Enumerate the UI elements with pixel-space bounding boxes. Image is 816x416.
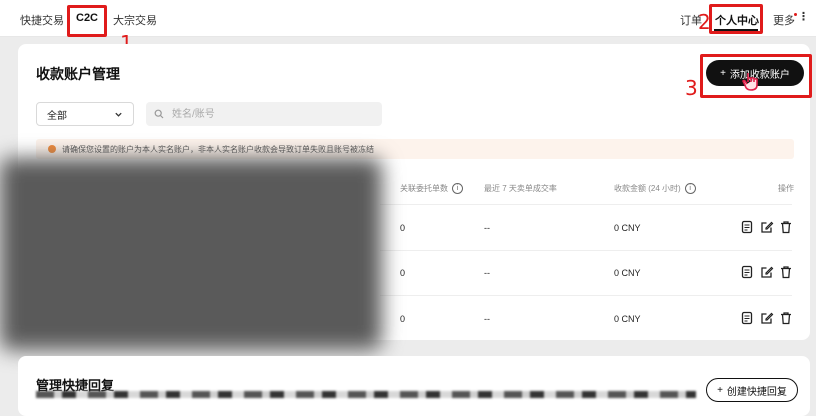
table-divider xyxy=(380,295,792,296)
warning-text: 请确保您设置的账户为本人实名账户，非本人实名账户收款会导致订单失败且账号被冻结 xyxy=(62,144,374,154)
search-box[interactable] xyxy=(146,102,382,126)
header-received-amount-label: 收款金额 (24 小时) xyxy=(614,184,681,193)
cell-completion-rate: -- xyxy=(484,268,490,278)
plus-icon: + xyxy=(717,384,723,396)
account-type-select[interactable]: 全部 xyxy=(36,102,134,126)
annotation-box-2 xyxy=(709,4,763,34)
quick-reply-card xyxy=(18,356,810,416)
cell-linked-orders: 0 xyxy=(400,314,406,324)
trash-icon[interactable] xyxy=(779,311,793,325)
redacted-quick-reply-text xyxy=(36,391,696,398)
edit-icon[interactable] xyxy=(760,220,774,234)
edit-icon[interactable] xyxy=(760,311,774,325)
nav-more[interactable]: 更多 xyxy=(773,12,795,28)
header-actions-label: 操作 xyxy=(778,184,794,193)
cell-received-amount: 0 CNY xyxy=(614,268,641,278)
header-actions: 操作 xyxy=(778,183,794,194)
trash-icon[interactable] xyxy=(779,220,793,234)
nav-block-trade[interactable]: 大宗交易 xyxy=(113,12,157,28)
document-icon[interactable] xyxy=(740,265,754,279)
trash-icon[interactable] xyxy=(779,265,793,279)
cell-completion-rate: -- xyxy=(484,223,490,233)
header-linked-orders-label: 关联委托单数 xyxy=(400,184,448,193)
cell-completion-rate: -- xyxy=(484,314,490,324)
info-icon[interactable]: i xyxy=(684,183,696,194)
document-icon[interactable] xyxy=(740,220,754,234)
cell-linked-orders: 0 xyxy=(400,268,406,278)
header-completion-rate: 最近 7 天卖单成交率 xyxy=(484,183,557,194)
info-icon[interactable]: i xyxy=(452,183,463,194)
cell-received-amount: 0 CNY xyxy=(614,223,641,233)
chevron-down-icon xyxy=(115,112,122,117)
warning-icon xyxy=(48,145,56,153)
edit-icon[interactable] xyxy=(760,265,774,279)
nav-quick-trade[interactable]: 快捷交易 xyxy=(20,12,64,28)
table-divider xyxy=(380,250,792,251)
cell-linked-orders: 0 xyxy=(400,223,406,233)
more-icon[interactable]: ⋮ xyxy=(798,10,809,23)
annotation-box-1 xyxy=(67,5,107,37)
redacted-account-info xyxy=(0,158,382,350)
create-quick-reply-button[interactable]: + 创建快捷回复 xyxy=(706,378,798,402)
search-icon xyxy=(154,109,164,119)
table-divider xyxy=(380,204,792,205)
document-icon[interactable] xyxy=(740,311,754,325)
cell-received-amount: 0 CNY xyxy=(614,314,641,324)
hand-cursor-icon xyxy=(742,73,758,91)
annotation-number-3: 3 xyxy=(685,76,698,100)
warning-banner: 请确保您设置的账户为本人实名账户，非本人实名账户收款会导致订单失败且账号被冻结 xyxy=(36,139,794,159)
notification-dot xyxy=(794,13,797,16)
create-quick-reply-label: 创建快捷回复 xyxy=(726,386,787,398)
search-input[interactable] xyxy=(170,107,374,121)
page-title: 收款账户管理 xyxy=(36,66,120,82)
select-value: 全部 xyxy=(47,110,67,122)
header-received-amount: 收款金额 (24 小时) i xyxy=(614,183,696,194)
header-completion-rate-label: 最近 7 天卖单成交率 xyxy=(484,184,557,193)
header-linked-orders: 关联委托单数 i xyxy=(400,183,463,194)
